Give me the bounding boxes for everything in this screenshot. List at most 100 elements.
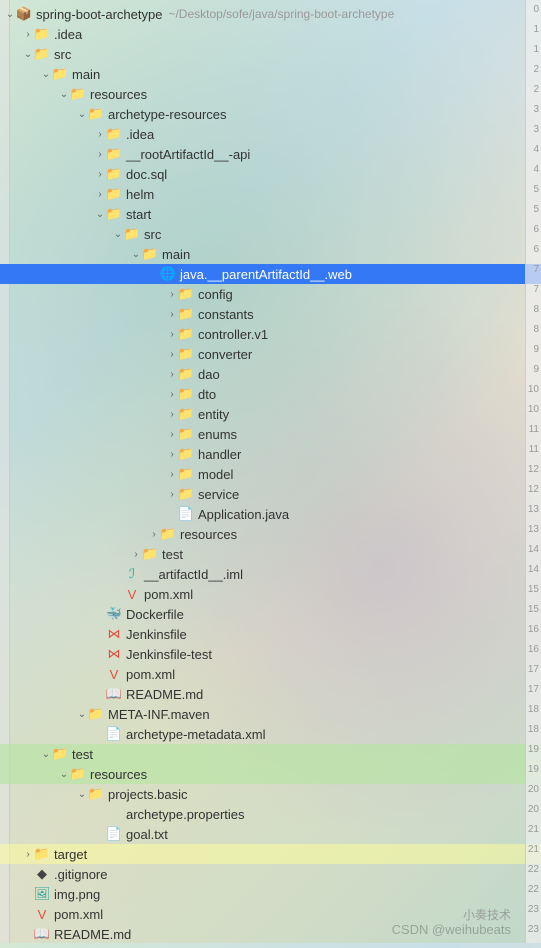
tree-row[interactable]: 📖README.md	[0, 684, 541, 704]
chevron-icon[interactable]: ⌄	[112, 229, 124, 240]
file-icon: 📁	[34, 26, 50, 42]
tree-row[interactable]: ›📁test	[0, 544, 541, 564]
tree-row[interactable]: ⌄📁projects.basic	[0, 784, 541, 804]
tree-row[interactable]: 🖼img.png	[0, 884, 541, 904]
chevron-icon[interactable]: ›	[166, 349, 178, 360]
file-icon: ⋈	[106, 646, 122, 662]
tree-row[interactable]: Vpom.xml	[0, 904, 541, 924]
chevron-icon[interactable]: ⌄	[22, 49, 34, 60]
file-icon: 📁	[106, 146, 122, 162]
chevron-icon[interactable]: ›	[166, 489, 178, 500]
gutter-line: 5	[526, 200, 541, 220]
file-icon: ◆	[34, 866, 50, 882]
chevron-icon[interactable]: ⌄	[76, 109, 88, 120]
tree-row[interactable]: 📄goal.txt	[0, 824, 541, 844]
tree-row[interactable]: ›📁converter	[0, 344, 541, 364]
tree-row[interactable]: ›📁handler	[0, 444, 541, 464]
tree-row[interactable]: 🌐java.__parentArtifactId__.web	[0, 264, 541, 284]
tree-row[interactable]: ›📁__rootArtifactId__-api	[0, 144, 541, 164]
tree-row[interactable]: archetype.properties	[0, 804, 541, 824]
tree-row[interactable]: ›📁model	[0, 464, 541, 484]
chevron-icon[interactable]: ⌄	[58, 89, 70, 100]
tree-label: converter	[198, 347, 252, 362]
gutter-line: 10	[526, 380, 541, 400]
tree-row[interactable]: ›📁resources	[0, 524, 541, 544]
chevron-icon[interactable]: ›	[166, 329, 178, 340]
tree-row[interactable]: ⌄📁resources	[0, 84, 541, 104]
file-icon: 📁	[178, 406, 194, 422]
chevron-icon[interactable]: ›	[94, 149, 106, 160]
tree-label: spring-boot-archetype	[36, 7, 162, 22]
tree-row[interactable]: ⌄📁src	[0, 224, 541, 244]
tree-row[interactable]: ⌄📁main	[0, 244, 541, 264]
tree-row[interactable]: ⌄📁start	[0, 204, 541, 224]
file-icon: 📁	[142, 246, 158, 262]
tree-row[interactable]: ›📁dto	[0, 384, 541, 404]
tree-label: README.md	[126, 687, 203, 702]
chevron-icon[interactable]: ›	[166, 449, 178, 460]
tree-row[interactable]: Vpom.xml	[0, 584, 541, 604]
chevron-icon[interactable]: ›	[94, 189, 106, 200]
tree-label: main	[72, 67, 100, 82]
tree-row[interactable]: ›📁controller.v1	[0, 324, 541, 344]
chevron-icon[interactable]: ›	[148, 529, 160, 540]
tree-row[interactable]: 🐳Dockerfile	[0, 604, 541, 624]
tree-label: .idea	[126, 127, 154, 142]
tree-row[interactable]: ›📁service	[0, 484, 541, 504]
chevron-icon[interactable]: ⌄	[4, 9, 16, 20]
chevron-icon[interactable]: ›	[166, 369, 178, 380]
chevron-icon[interactable]: ⌄	[40, 69, 52, 80]
gutter-line: 18	[526, 720, 541, 740]
chevron-icon[interactable]: ›	[166, 389, 178, 400]
chevron-icon[interactable]: ›	[166, 469, 178, 480]
tree-row[interactable]: ◆.gitignore	[0, 864, 541, 884]
chevron-icon[interactable]: ›	[22, 29, 34, 40]
file-icon: 📄	[178, 506, 194, 522]
tree-row[interactable]: ›📁dao	[0, 364, 541, 384]
chevron-icon[interactable]: ⌄	[40, 749, 52, 760]
chevron-icon[interactable]: ›	[22, 849, 34, 860]
tree-row[interactable]: ›📁entity	[0, 404, 541, 424]
file-icon: 📁	[70, 766, 86, 782]
tree-row[interactable]: ›📁enums	[0, 424, 541, 444]
chevron-icon[interactable]: ›	[166, 429, 178, 440]
chevron-icon[interactable]: ⌄	[76, 789, 88, 800]
chevron-icon[interactable]: ›	[94, 129, 106, 140]
tree-row[interactable]: ⌄📁test	[0, 744, 541, 764]
chevron-icon[interactable]: ›	[166, 289, 178, 300]
chevron-icon[interactable]: ›	[94, 169, 106, 180]
chevron-icon[interactable]: ⌄	[76, 709, 88, 720]
tree-row[interactable]: ›📁target	[0, 844, 541, 864]
tree-row[interactable]: ›📁config	[0, 284, 541, 304]
tree-label: Jenkinsfile	[126, 627, 187, 642]
tree-row[interactable]: ⌄📦spring-boot-archetype~/Desktop/sofe/ja…	[0, 4, 541, 24]
chevron-icon[interactable]: ›	[166, 409, 178, 420]
gutter-line: 9	[526, 340, 541, 360]
tree-row[interactable]: 📄archetype-metadata.xml	[0, 724, 541, 744]
chevron-icon[interactable]: ⌄	[94, 209, 106, 220]
tree-row[interactable]: ℐ__artifactId__.iml	[0, 564, 541, 584]
tree-row[interactable]: ›📁.idea	[0, 124, 541, 144]
file-icon: 📄	[106, 826, 122, 842]
chevron-icon[interactable]: ›	[130, 549, 142, 560]
chevron-icon[interactable]: ›	[166, 309, 178, 320]
tree-row[interactable]: ›📁.idea	[0, 24, 541, 44]
tree-row[interactable]: ›📁helm	[0, 184, 541, 204]
project-tree[interactable]: ⌄📦spring-boot-archetype~/Desktop/sofe/ja…	[0, 0, 541, 948]
chevron-icon[interactable]: ⌄	[130, 249, 142, 260]
chevron-icon[interactable]: ⌄	[58, 769, 70, 780]
tree-row[interactable]: ⌄📁resources	[0, 764, 541, 784]
tree-row[interactable]: ⌄📁src	[0, 44, 541, 64]
tree-row[interactable]: ⋈Jenkinsfile-test	[0, 644, 541, 664]
tree-row[interactable]: Vpom.xml	[0, 664, 541, 684]
tree-row[interactable]: ⋈Jenkinsfile	[0, 624, 541, 644]
file-icon: 📁	[178, 446, 194, 462]
tree-row[interactable]: 📄Application.java	[0, 504, 541, 524]
tree-row[interactable]: ⌄📁archetype-resources	[0, 104, 541, 124]
tree-row[interactable]: ›📁doc.sql	[0, 164, 541, 184]
tree-row[interactable]: ›📁constants	[0, 304, 541, 324]
tree-row[interactable]: ⌄📁META-INF.maven	[0, 704, 541, 724]
gutter-line: 17	[526, 660, 541, 680]
tree-label: img.png	[54, 887, 100, 902]
tree-row[interactable]: ⌄📁main	[0, 64, 541, 84]
